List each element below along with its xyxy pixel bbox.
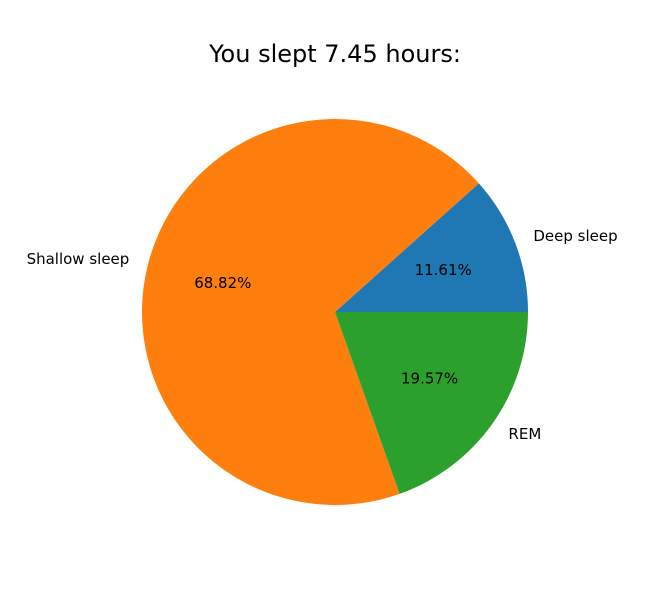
chart-title: You slept 7.45 hours: xyxy=(208,40,461,68)
sleep-pie-chart: You slept 7.45 hours: Deep sleep 11.61% Sh… xyxy=(27,40,618,506)
slice-label-deep-sleep: Deep sleep xyxy=(533,227,617,245)
slice-percent-rem: 19.57% xyxy=(401,369,458,387)
slice-label-rem: REM xyxy=(508,425,541,443)
slice-percent-deep-sleep: 11.61% xyxy=(415,261,472,279)
slice-percent-shallow-sleep: 68.82% xyxy=(194,274,251,292)
pie-slices xyxy=(141,118,528,506)
slice-label-shallow-sleep: Shallow sleep xyxy=(27,250,130,268)
